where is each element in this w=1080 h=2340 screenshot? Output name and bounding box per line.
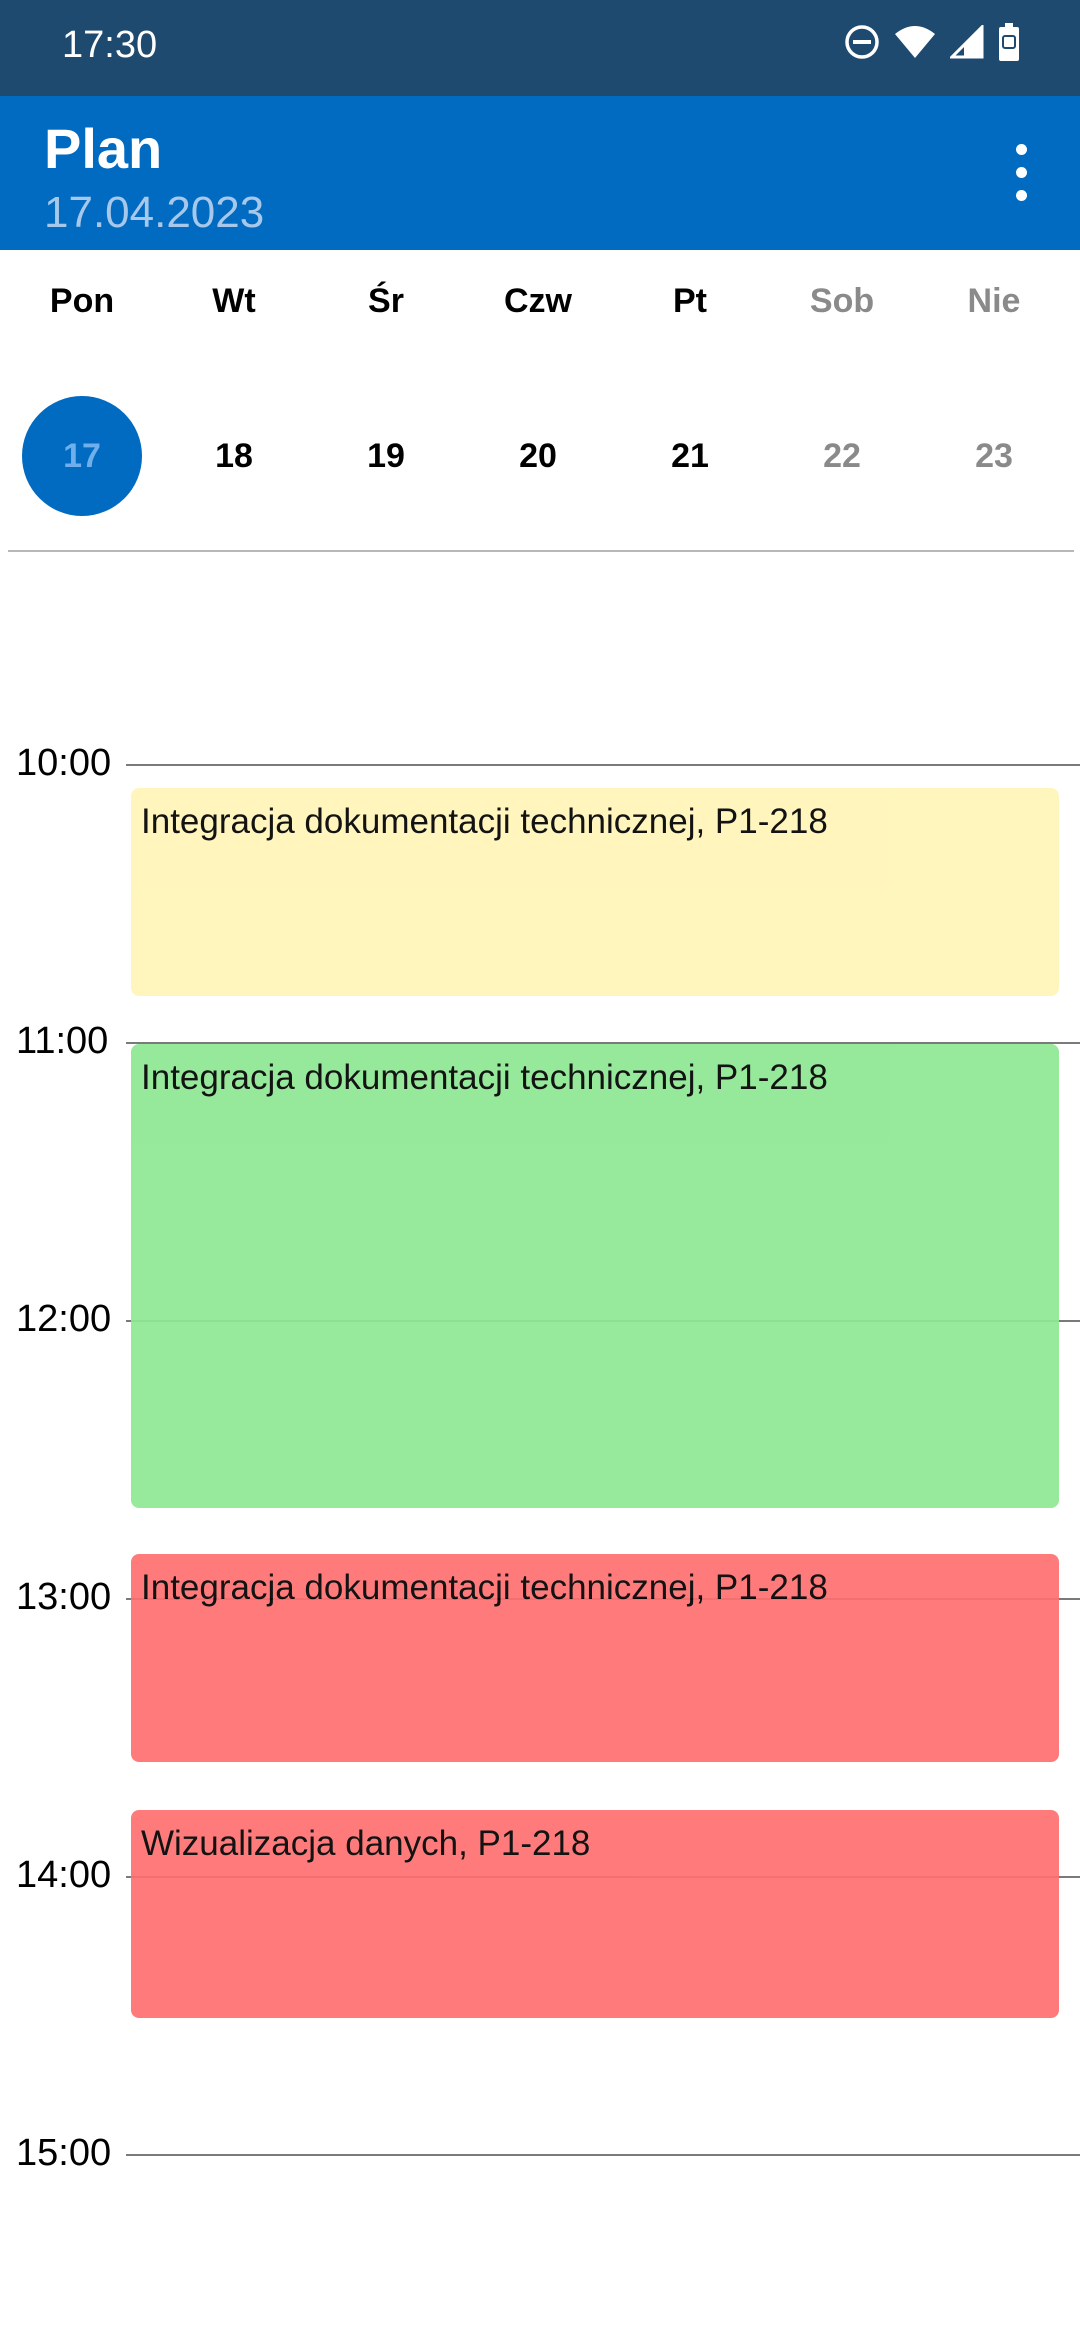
do-not-disturb-icon xyxy=(845,25,879,59)
signal-icon xyxy=(950,25,984,59)
day-pt[interactable]: Pt 21 xyxy=(614,250,766,550)
event-title: Integracja dokumentacji technicznej, P1-… xyxy=(141,1058,828,1097)
day-name: Pon xyxy=(49,282,115,320)
hour-line xyxy=(126,2154,1080,2156)
hour-label: 14:00 xyxy=(16,1854,112,1896)
event-title: Integracja dokumentacji technicznej, P1-… xyxy=(141,1568,828,1607)
day-name: Wt xyxy=(212,282,256,320)
event-title: Integracja dokumentacji technicznej, P1-… xyxy=(141,802,828,841)
day-number: 18 xyxy=(215,437,253,475)
week-strip: Pon 17 Wt 18 Śr 19 Czw 20 Pt 21 Sob 22 N… xyxy=(0,250,1080,550)
status-time: 17:30 xyxy=(62,24,158,66)
more-vert-icon-dot xyxy=(1016,190,1027,201)
hour-label: 15:00 xyxy=(16,2132,112,2174)
status-bar: 17:30 xyxy=(0,0,1080,96)
event-card[interactable]: Integracja dokumentacji technicznej, P1-… xyxy=(131,1554,1059,1762)
hour-line xyxy=(126,764,1080,766)
day-sr[interactable]: Śr 19 xyxy=(310,250,462,550)
hour-label: 12:00 xyxy=(16,1298,112,1340)
day-czw[interactable]: Czw 20 xyxy=(462,250,614,550)
day-number: 17 xyxy=(22,396,142,516)
app-bar: Plan 17.04.2023 xyxy=(0,96,1080,250)
day-name: Pt xyxy=(673,282,707,320)
page-title: Plan xyxy=(44,117,163,180)
day-name: Czw xyxy=(504,282,572,320)
hour-label: 10:00 xyxy=(16,742,112,784)
more-vert-icon xyxy=(1016,144,1027,155)
day-sob[interactable]: Sob 22 xyxy=(766,250,918,550)
event-title: Wizualizacja danych, P1-218 xyxy=(141,1824,591,1863)
hour-label: 13:00 xyxy=(16,1576,112,1618)
event-card[interactable]: Integracja dokumentacji technicznej, P1-… xyxy=(131,1044,1059,1508)
day-number: 20 xyxy=(519,437,557,475)
event-card[interactable]: Wizualizacja danych, P1-218 xyxy=(131,1810,1059,2018)
day-number: 21 xyxy=(671,437,709,475)
day-name: Nie xyxy=(967,282,1021,320)
status-icons xyxy=(844,22,1020,62)
event-card[interactable]: Integracja dokumentacji technicznej, P1-… xyxy=(131,788,1059,996)
day-number: 23 xyxy=(975,437,1013,475)
more-vert-icon-dot xyxy=(1016,167,1027,178)
day-name: Śr xyxy=(368,282,404,320)
wifi-icon xyxy=(895,26,935,58)
day-name: Sob xyxy=(809,282,875,320)
day-number: 22 xyxy=(823,437,861,475)
page-subtitle-date: 17.04.2023 xyxy=(44,188,265,237)
day-timeline[interactable]: 10:00 11:00 12:00 13:00 14:00 15:00 Inte… xyxy=(0,552,1080,2340)
day-wt[interactable]: Wt 18 xyxy=(158,250,310,550)
more-options-button[interactable] xyxy=(986,138,1056,208)
battery-icon xyxy=(999,23,1019,61)
day-nie[interactable]: Nie 23 xyxy=(918,250,1070,550)
day-number: 19 xyxy=(367,437,405,475)
day-pon[interactable]: Pon 17 xyxy=(6,250,158,550)
hour-label: 11:00 xyxy=(16,1020,109,1062)
